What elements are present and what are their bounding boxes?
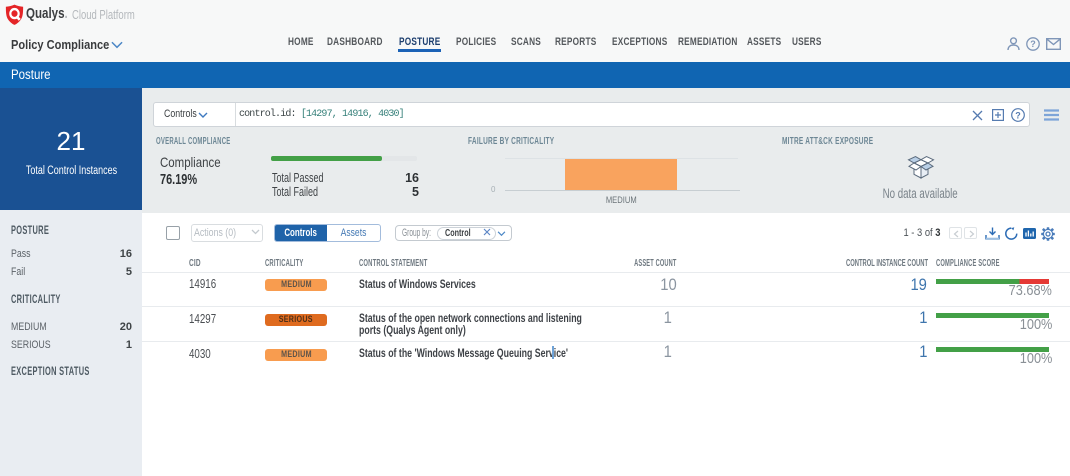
svg-text:?: ? bbox=[1030, 39, 1036, 49]
svg-text:?: ? bbox=[1015, 110, 1021, 120]
